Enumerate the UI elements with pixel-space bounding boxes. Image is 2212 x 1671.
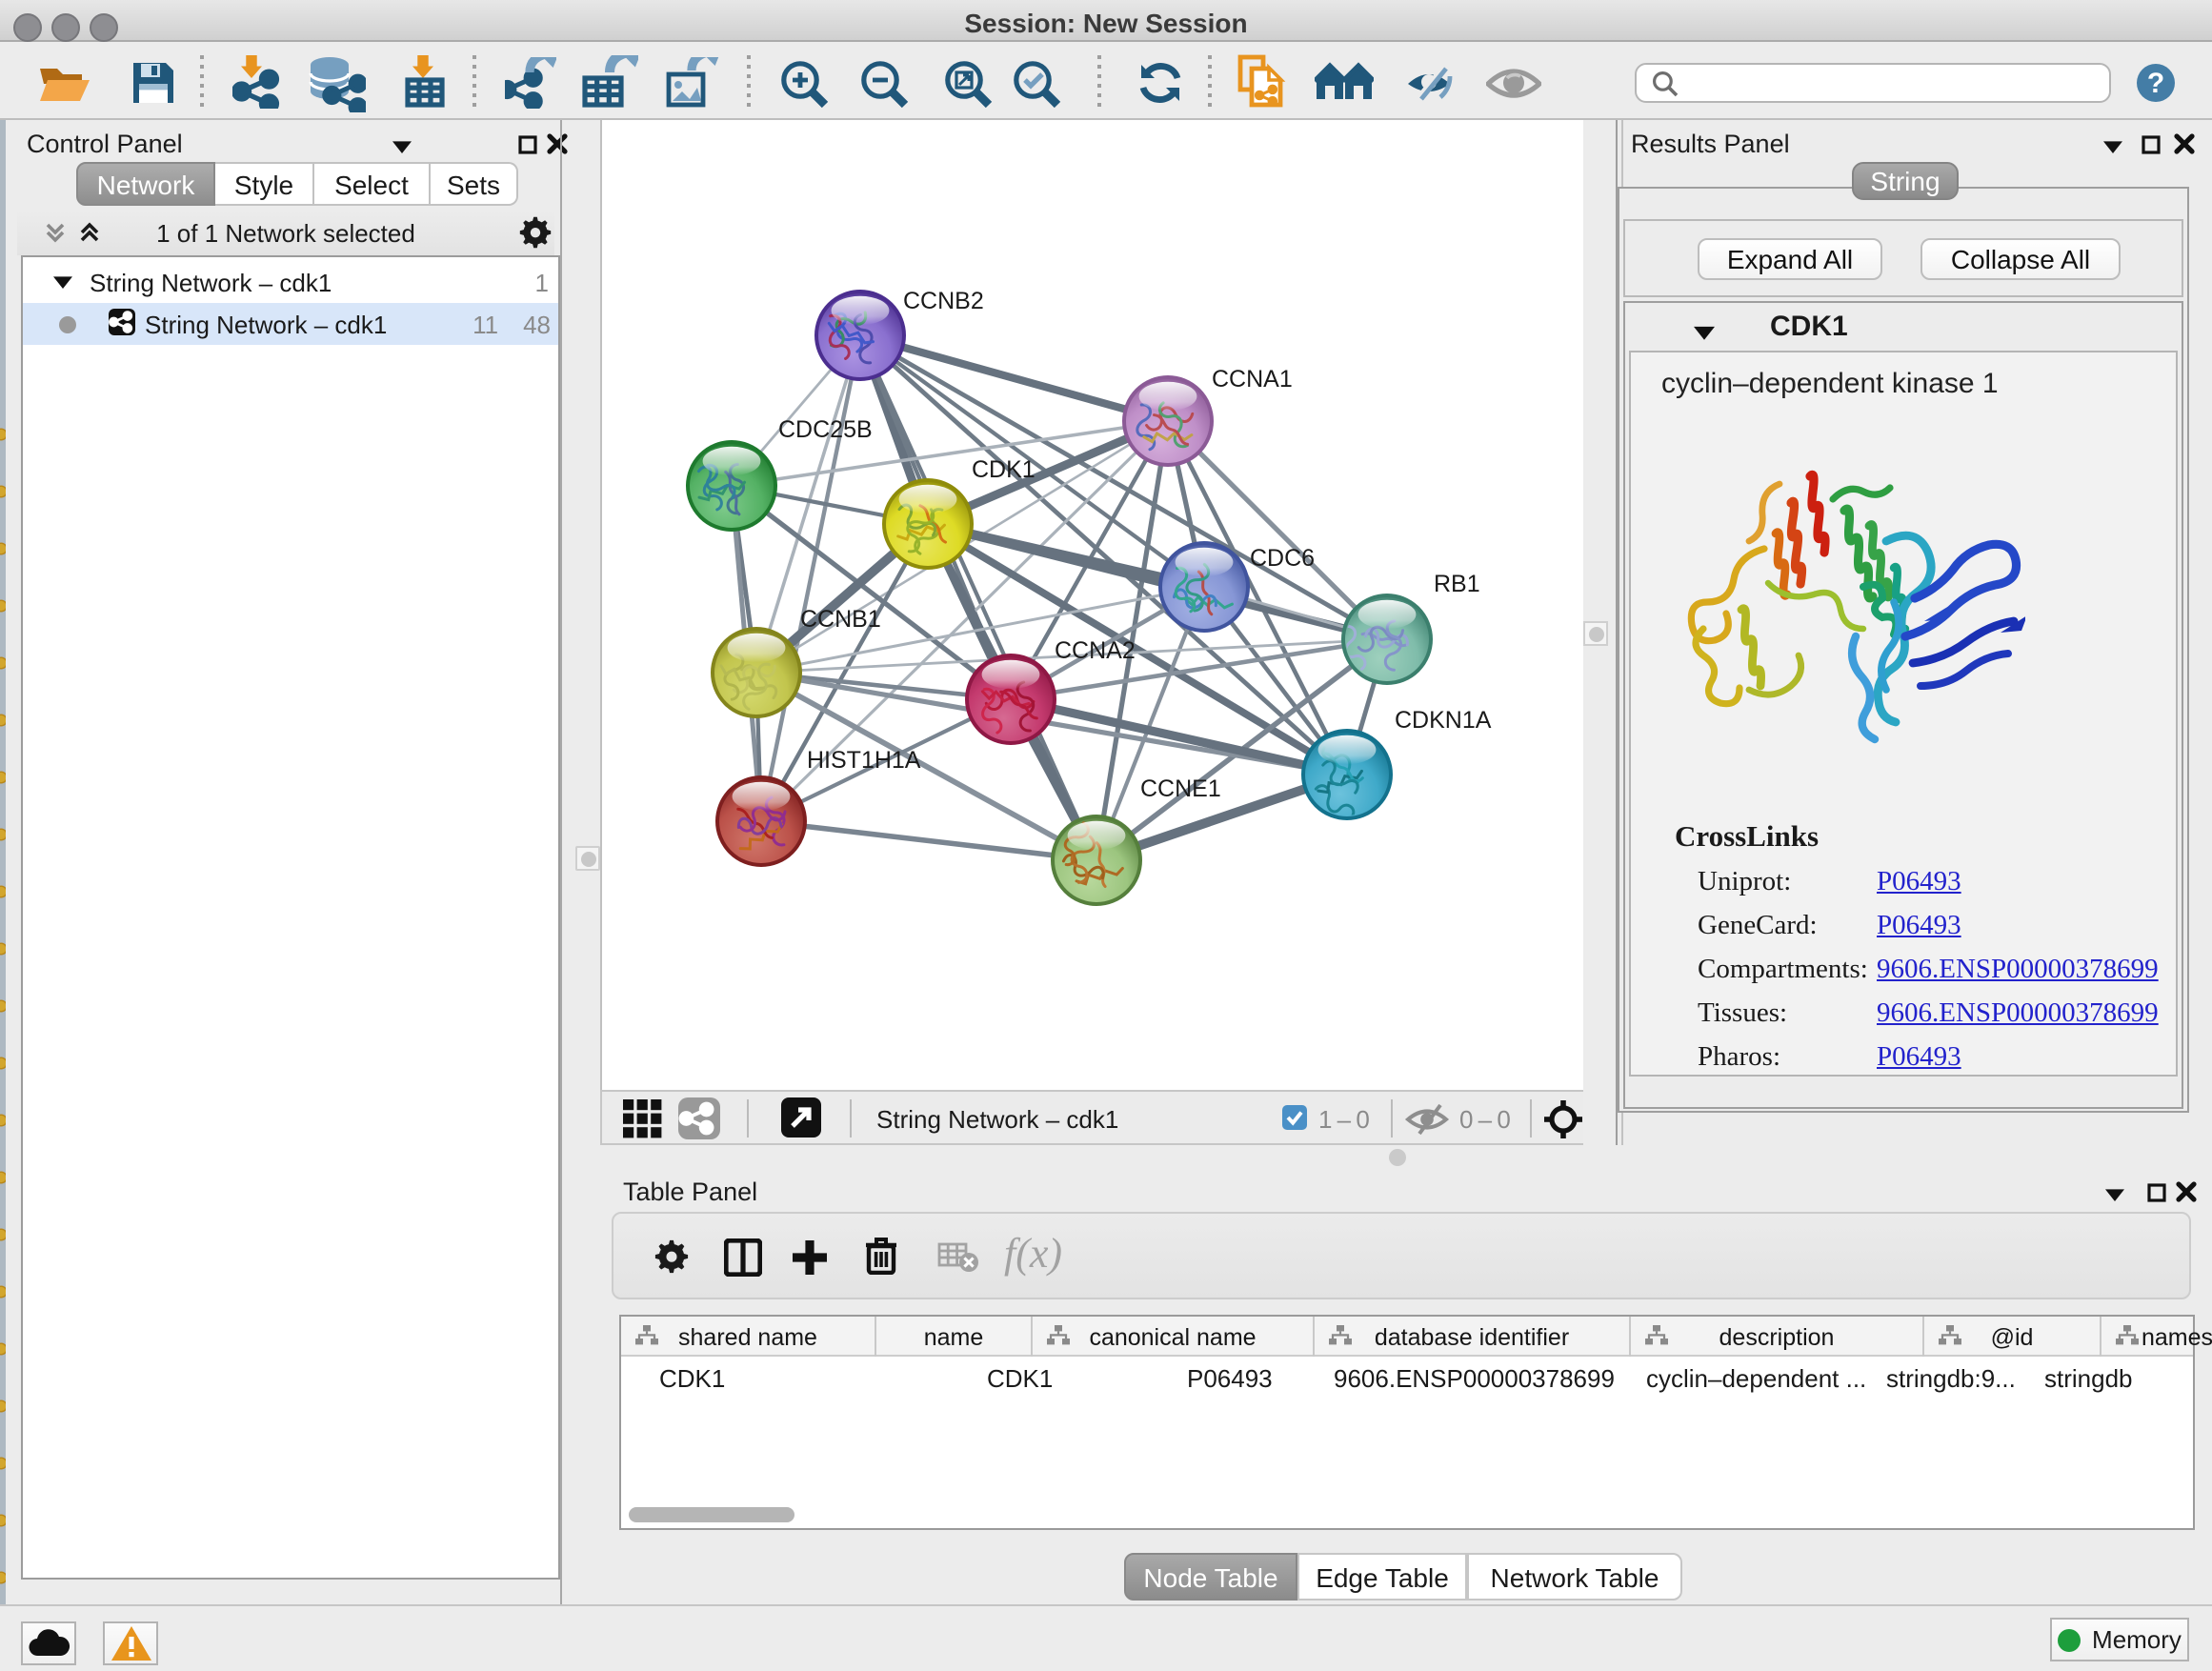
svg-text:?: ?: [2147, 68, 2164, 99]
svg-text:CDK1: CDK1: [972, 456, 1036, 483]
svg-text:CCNA2: CCNA2: [1055, 637, 1136, 664]
svg-text:CDKN1A: CDKN1A: [1395, 707, 1492, 734]
svg-text:RB1: RB1: [1434, 571, 1480, 597]
svg-text:HIST1H1A: HIST1H1A: [807, 747, 921, 774]
svg-text:CCNB2: CCNB2: [903, 288, 984, 314]
svg-text:CCNE1: CCNE1: [1140, 775, 1221, 802]
svg-text:CCNB1: CCNB1: [800, 606, 881, 633]
svg-text:CDC25B: CDC25B: [778, 416, 873, 443]
svg-text:CDC6: CDC6: [1250, 545, 1315, 572]
svg-text:CCNA1: CCNA1: [1212, 366, 1293, 393]
